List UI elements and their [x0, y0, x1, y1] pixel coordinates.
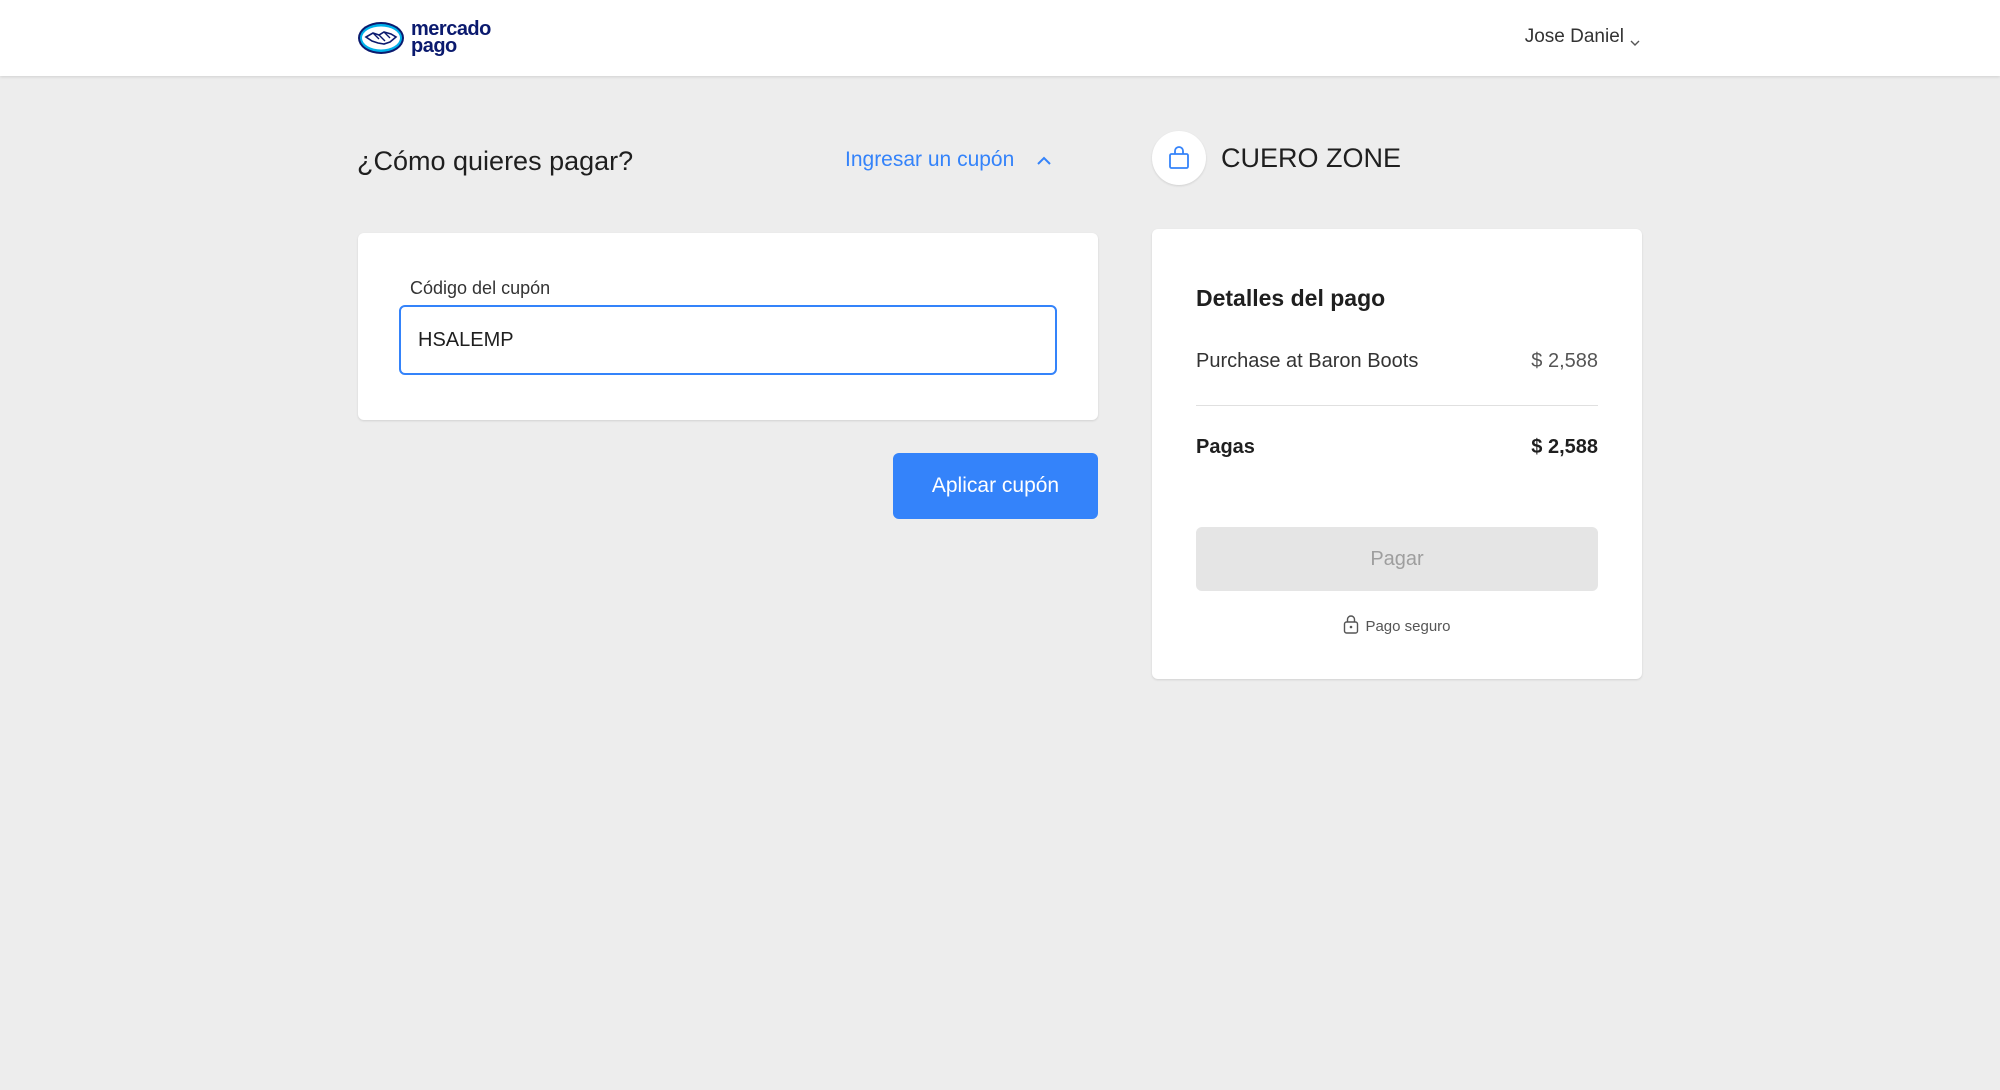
- pay-button[interactable]: Pagar: [1196, 527, 1598, 591]
- page-title: ¿Cómo quieres pagar?: [357, 146, 634, 176]
- coupon-card: Código del cupón: [358, 233, 1098, 420]
- coupon-toggle-label: Ingresar un cupón: [845, 148, 1015, 171]
- shopping-bag-icon: [1152, 131, 1206, 185]
- coupon-field-label: Código del cupón: [410, 278, 551, 298]
- details-title: Detalles del pago: [1196, 285, 1386, 311]
- user-name: Jose Daniel: [1524, 26, 1624, 47]
- purchase-row: Purchase at Baron Boots $ 2,588: [1196, 350, 1598, 373]
- coupon-toggle-link[interactable]: Ingresar un cupón: [845, 148, 1052, 172]
- top-header: mercado pago Jose Daniel: [0, 0, 2000, 76]
- chevron-up-icon: [1036, 148, 1052, 172]
- divider: [1196, 405, 1598, 406]
- apply-coupon-button[interactable]: Aplicar cupón: [893, 453, 1098, 519]
- logo-line-pago: pago: [411, 35, 457, 57]
- payment-details-card: Detalles del pago Purchase at Baron Boot…: [1152, 229, 1642, 679]
- purchase-label: Purchase at Baron Boots: [1196, 350, 1419, 372]
- coupon-code-input[interactable]: [399, 305, 1057, 375]
- handshake-icon: [357, 20, 405, 56]
- total-amount: $ 2,588: [1531, 436, 1598, 458]
- logo-wordmark: mercado pago: [411, 19, 491, 57]
- mercado-pago-logo[interactable]: mercado pago: [357, 19, 491, 57]
- total-row: Pagas $ 2,588: [1196, 436, 1598, 459]
- store-name: CUERO ZONE: [1221, 142, 1402, 173]
- purchase-amount: $ 2,588: [1531, 350, 1598, 372]
- chevron-down-icon: [1630, 32, 1640, 46]
- lock-icon: [1343, 614, 1359, 638]
- store-header: CUERO ZONE: [1152, 131, 1401, 185]
- secure-label: Pago seguro: [1365, 617, 1451, 635]
- secure-payment-note: Pago seguro: [1152, 614, 1642, 638]
- user-menu[interactable]: Jose Daniel: [1525, 26, 1640, 48]
- total-label: Pagas: [1196, 436, 1255, 458]
